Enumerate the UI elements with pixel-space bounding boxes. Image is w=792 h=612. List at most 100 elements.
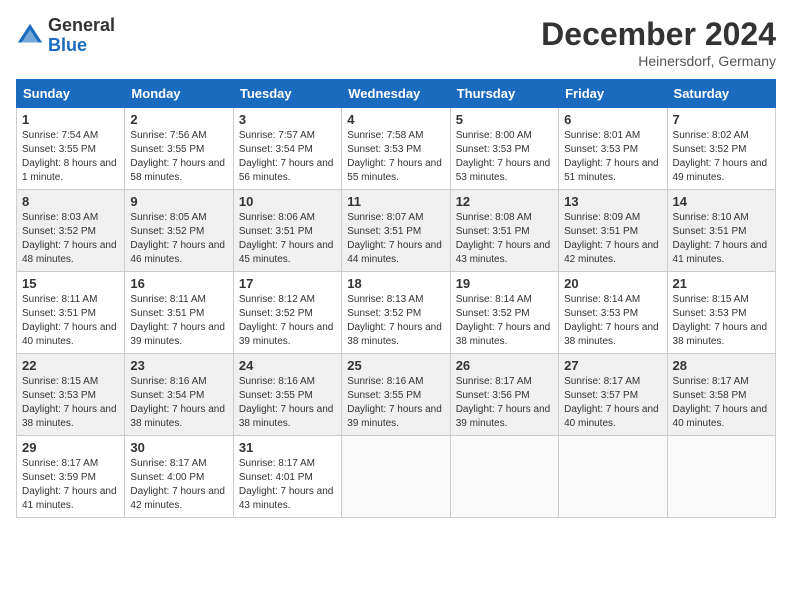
day-detail: Sunrise: 8:17 AM Sunset: 4:01 PM Dayligh… — [239, 457, 336, 513]
day-detail: Sunrise: 7:58 AM Sunset: 3:53 PM Dayligh… — [347, 129, 444, 185]
day-detail: Sunrise: 8:09 AM Sunset: 3:51 PM Dayligh… — [564, 211, 661, 267]
day-number: 9 — [130, 194, 227, 209]
day-number: 6 — [564, 112, 661, 127]
day-detail: Sunrise: 8:14 AM Sunset: 3:52 PM Dayligh… — [456, 293, 553, 349]
calendar-day-cell: 28 Sunrise: 8:17 AM Sunset: 3:58 PM Dayl… — [667, 354, 775, 436]
day-detail: Sunrise: 8:08 AM Sunset: 3:51 PM Dayligh… — [456, 211, 553, 267]
calendar-day-cell: 10 Sunrise: 8:06 AM Sunset: 3:51 PM Dayl… — [233, 190, 341, 272]
month-title: December 2024 — [541, 16, 776, 53]
day-detail: Sunrise: 8:16 AM Sunset: 3:55 PM Dayligh… — [347, 375, 444, 431]
day-detail: Sunrise: 8:01 AM Sunset: 3:53 PM Dayligh… — [564, 129, 661, 185]
day-detail: Sunrise: 8:02 AM Sunset: 3:52 PM Dayligh… — [673, 129, 770, 185]
day-number: 31 — [239, 440, 336, 455]
calendar-day-cell: 23 Sunrise: 8:16 AM Sunset: 3:54 PM Dayl… — [125, 354, 233, 436]
day-detail: Sunrise: 8:14 AM Sunset: 3:53 PM Dayligh… — [564, 293, 661, 349]
calendar-day-cell: 18 Sunrise: 8:13 AM Sunset: 3:52 PM Dayl… — [342, 272, 450, 354]
calendar-day-cell — [342, 436, 450, 518]
page-header: General Blue December 2024 Heinersdorf, … — [16, 16, 776, 69]
day-number: 26 — [456, 358, 553, 373]
day-number: 8 — [22, 194, 119, 209]
day-number: 15 — [22, 276, 119, 291]
calendar-day-cell: 31 Sunrise: 8:17 AM Sunset: 4:01 PM Dayl… — [233, 436, 341, 518]
calendar-day-cell: 14 Sunrise: 8:10 AM Sunset: 3:51 PM Dayl… — [667, 190, 775, 272]
day-detail: Sunrise: 7:57 AM Sunset: 3:54 PM Dayligh… — [239, 129, 336, 185]
day-detail: Sunrise: 8:17 AM Sunset: 3:59 PM Dayligh… — [22, 457, 119, 513]
day-number: 30 — [130, 440, 227, 455]
col-saturday: Saturday — [667, 80, 775, 108]
calendar-day-cell: 11 Sunrise: 8:07 AM Sunset: 3:51 PM Dayl… — [342, 190, 450, 272]
calendar-week-row: 29 Sunrise: 8:17 AM Sunset: 3:59 PM Dayl… — [17, 436, 776, 518]
day-detail: Sunrise: 8:16 AM Sunset: 3:55 PM Dayligh… — [239, 375, 336, 431]
day-number: 10 — [239, 194, 336, 209]
title-block: December 2024 Heinersdorf, Germany — [541, 16, 776, 69]
day-number: 4 — [347, 112, 444, 127]
calendar-day-cell: 24 Sunrise: 8:16 AM Sunset: 3:55 PM Dayl… — [233, 354, 341, 436]
calendar-day-cell: 12 Sunrise: 8:08 AM Sunset: 3:51 PM Dayl… — [450, 190, 558, 272]
calendar-day-cell: 16 Sunrise: 8:11 AM Sunset: 3:51 PM Dayl… — [125, 272, 233, 354]
col-wednesday: Wednesday — [342, 80, 450, 108]
calendar-day-cell: 7 Sunrise: 8:02 AM Sunset: 3:52 PM Dayli… — [667, 108, 775, 190]
calendar-week-row: 8 Sunrise: 8:03 AM Sunset: 3:52 PM Dayli… — [17, 190, 776, 272]
col-friday: Friday — [559, 80, 667, 108]
day-detail: Sunrise: 7:54 AM Sunset: 3:55 PM Dayligh… — [22, 129, 119, 185]
day-detail: Sunrise: 8:05 AM Sunset: 3:52 PM Dayligh… — [130, 211, 227, 267]
day-number: 29 — [22, 440, 119, 455]
calendar-day-cell: 4 Sunrise: 7:58 AM Sunset: 3:53 PM Dayli… — [342, 108, 450, 190]
day-number: 24 — [239, 358, 336, 373]
calendar-day-cell: 19 Sunrise: 8:14 AM Sunset: 3:52 PM Dayl… — [450, 272, 558, 354]
calendar-day-cell — [559, 436, 667, 518]
day-detail: Sunrise: 8:11 AM Sunset: 3:51 PM Dayligh… — [130, 293, 227, 349]
calendar-day-cell: 25 Sunrise: 8:16 AM Sunset: 3:55 PM Dayl… — [342, 354, 450, 436]
day-detail: Sunrise: 8:17 AM Sunset: 3:56 PM Dayligh… — [456, 375, 553, 431]
day-number: 3 — [239, 112, 336, 127]
day-detail: Sunrise: 8:00 AM Sunset: 3:53 PM Dayligh… — [456, 129, 553, 185]
calendar-day-cell: 22 Sunrise: 8:15 AM Sunset: 3:53 PM Dayl… — [17, 354, 125, 436]
day-detail: Sunrise: 8:12 AM Sunset: 3:52 PM Dayligh… — [239, 293, 336, 349]
calendar-day-cell: 26 Sunrise: 8:17 AM Sunset: 3:56 PM Dayl… — [450, 354, 558, 436]
day-detail: Sunrise: 7:56 AM Sunset: 3:55 PM Dayligh… — [130, 129, 227, 185]
day-detail: Sunrise: 8:17 AM Sunset: 3:57 PM Dayligh… — [564, 375, 661, 431]
calendar-day-cell: 9 Sunrise: 8:05 AM Sunset: 3:52 PM Dayli… — [125, 190, 233, 272]
calendar-week-row: 22 Sunrise: 8:15 AM Sunset: 3:53 PM Dayl… — [17, 354, 776, 436]
day-number: 17 — [239, 276, 336, 291]
day-detail: Sunrise: 8:15 AM Sunset: 3:53 PM Dayligh… — [22, 375, 119, 431]
col-sunday: Sunday — [17, 80, 125, 108]
day-detail: Sunrise: 8:17 AM Sunset: 4:00 PM Dayligh… — [130, 457, 227, 513]
calendar-day-cell: 2 Sunrise: 7:56 AM Sunset: 3:55 PM Dayli… — [125, 108, 233, 190]
col-thursday: Thursday — [450, 80, 558, 108]
calendar-day-cell: 17 Sunrise: 8:12 AM Sunset: 3:52 PM Dayl… — [233, 272, 341, 354]
logo-general-text: General — [48, 16, 115, 36]
calendar-day-cell: 13 Sunrise: 8:09 AM Sunset: 3:51 PM Dayl… — [559, 190, 667, 272]
calendar-day-cell: 20 Sunrise: 8:14 AM Sunset: 3:53 PM Dayl… — [559, 272, 667, 354]
day-number: 19 — [456, 276, 553, 291]
calendar-day-cell: 3 Sunrise: 7:57 AM Sunset: 3:54 PM Dayli… — [233, 108, 341, 190]
day-detail: Sunrise: 8:10 AM Sunset: 3:51 PM Dayligh… — [673, 211, 770, 267]
day-detail: Sunrise: 8:06 AM Sunset: 3:51 PM Dayligh… — [239, 211, 336, 267]
calendar-day-cell: 30 Sunrise: 8:17 AM Sunset: 4:00 PM Dayl… — [125, 436, 233, 518]
day-number: 20 — [564, 276, 661, 291]
day-number: 16 — [130, 276, 227, 291]
calendar-header-row: Sunday Monday Tuesday Wednesday Thursday… — [17, 80, 776, 108]
day-number: 12 — [456, 194, 553, 209]
day-number: 18 — [347, 276, 444, 291]
col-monday: Monday — [125, 80, 233, 108]
calendar-day-cell: 6 Sunrise: 8:01 AM Sunset: 3:53 PM Dayli… — [559, 108, 667, 190]
day-detail: Sunrise: 8:13 AM Sunset: 3:52 PM Dayligh… — [347, 293, 444, 349]
calendar-week-row: 15 Sunrise: 8:11 AM Sunset: 3:51 PM Dayl… — [17, 272, 776, 354]
location: Heinersdorf, Germany — [541, 53, 776, 69]
day-number: 27 — [564, 358, 661, 373]
day-number: 28 — [673, 358, 770, 373]
day-number: 21 — [673, 276, 770, 291]
day-detail: Sunrise: 8:03 AM Sunset: 3:52 PM Dayligh… — [22, 211, 119, 267]
day-number: 1 — [22, 112, 119, 127]
calendar-week-row: 1 Sunrise: 7:54 AM Sunset: 3:55 PM Dayli… — [17, 108, 776, 190]
day-detail: Sunrise: 8:07 AM Sunset: 3:51 PM Dayligh… — [347, 211, 444, 267]
calendar-day-cell: 15 Sunrise: 8:11 AM Sunset: 3:51 PM Dayl… — [17, 272, 125, 354]
day-number: 25 — [347, 358, 444, 373]
calendar-day-cell — [667, 436, 775, 518]
calendar-day-cell: 8 Sunrise: 8:03 AM Sunset: 3:52 PM Dayli… — [17, 190, 125, 272]
col-tuesday: Tuesday — [233, 80, 341, 108]
calendar-day-cell: 1 Sunrise: 7:54 AM Sunset: 3:55 PM Dayli… — [17, 108, 125, 190]
day-detail: Sunrise: 8:15 AM Sunset: 3:53 PM Dayligh… — [673, 293, 770, 349]
calendar-day-cell: 5 Sunrise: 8:00 AM Sunset: 3:53 PM Dayli… — [450, 108, 558, 190]
